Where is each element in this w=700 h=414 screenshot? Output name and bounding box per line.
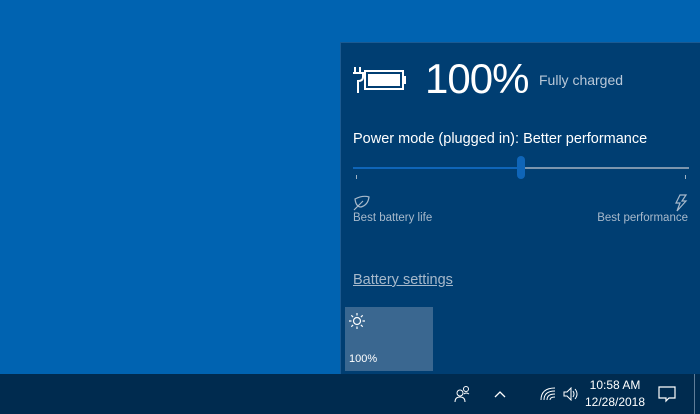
battery-flyout: 100% Fully charged Power mode (plugged i… (340, 42, 700, 374)
speaker-icon (563, 387, 578, 401)
best-battery-life-label: Best battery life (353, 212, 433, 224)
battery-status: Fully charged (539, 72, 624, 88)
clock[interactable]: 10:58 AM 12/28/2018 (584, 377, 646, 411)
taskbar: 10:58 AM 12/28/2018 (0, 374, 700, 414)
battery-settings-link[interactable]: Battery settings (353, 272, 453, 288)
action-center-button[interactable] (654, 374, 680, 414)
slider-tick-max (685, 175, 686, 179)
clock-time: 10:58 AM (589, 378, 641, 392)
leaf-icon (353, 195, 370, 211)
wifi-icon (540, 387, 556, 401)
sun-icon (349, 313, 365, 329)
slider-fill (353, 167, 521, 169)
people-icon (454, 386, 470, 403)
notification-icon (658, 385, 676, 402)
battery-percent: 100% (425, 55, 529, 102)
brightness-tile[interactable]: 100% (345, 307, 433, 371)
power-mode-label: Power mode (plugged in): Better performa… (353, 131, 648, 147)
slider-tick-min (356, 175, 357, 179)
best-performance-label: Best performance (597, 212, 688, 224)
volume-button[interactable] (560, 374, 582, 414)
show-desktop-button[interactable] (694, 374, 695, 414)
battery-plugged-icon (353, 67, 406, 93)
brightness-value: 100% (349, 353, 378, 365)
network-button[interactable] (538, 374, 558, 414)
lightning-icon (675, 194, 688, 212)
people-button[interactable] (450, 374, 476, 414)
chevron-up-icon (494, 391, 506, 398)
clock-date: 12/28/2018 (584, 395, 646, 409)
slider-thumb[interactable] (517, 156, 525, 179)
show-hidden-icons-button[interactable] (488, 374, 512, 414)
